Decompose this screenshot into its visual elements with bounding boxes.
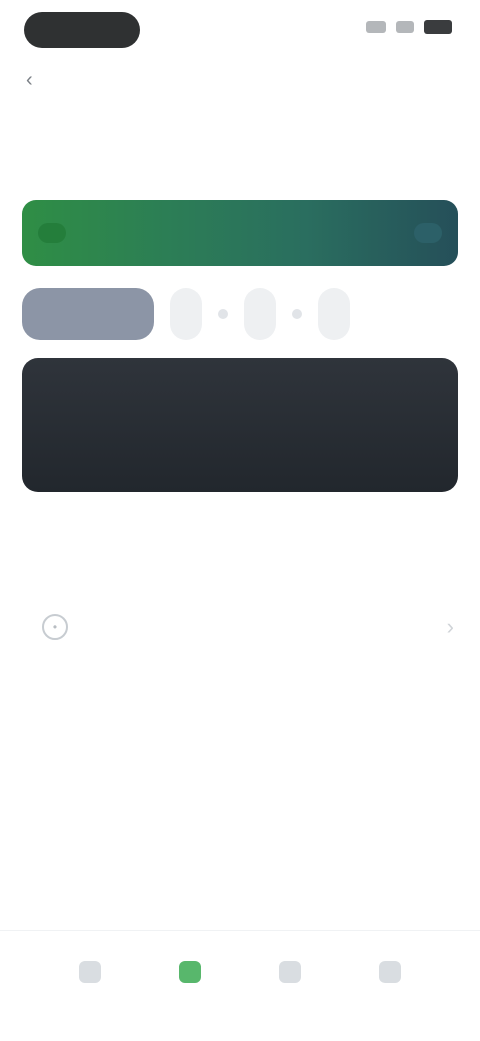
nav-item-explore[interactable] — [145, 961, 235, 991]
list-item[interactable]: • › — [24, 596, 460, 686]
home-icon — [79, 961, 101, 983]
back-button[interactable]: ‹ — [26, 70, 39, 90]
promo-badge — [38, 223, 66, 243]
filter-chip-row — [22, 284, 480, 344]
explore-icon — [179, 961, 201, 983]
status-icons — [366, 20, 452, 34]
battery-icon — [424, 20, 452, 34]
filter-chip[interactable] — [244, 288, 276, 340]
bottom-navigation — [0, 930, 480, 1041]
chip-separator — [292, 309, 302, 319]
chip-separator — [218, 309, 228, 319]
nav-item-activity[interactable] — [245, 961, 335, 991]
chevron-left-icon: ‹ — [26, 69, 33, 91]
signal-icon — [366, 21, 386, 33]
nav-item-profile[interactable] — [345, 961, 435, 991]
activity-icon — [279, 961, 301, 983]
chevron-right-icon: › — [446, 614, 454, 639]
promo-cta-button[interactable] — [414, 223, 442, 243]
feature-card[interactable] — [22, 358, 458, 492]
status-bar — [0, 0, 480, 60]
status-time — [24, 12, 140, 48]
filter-chip-active[interactable] — [22, 288, 154, 340]
circle-icon: • — [42, 614, 68, 640]
nav-item-home[interactable] — [45, 961, 135, 991]
promo-banner[interactable] — [22, 200, 458, 266]
filter-chip[interactable] — [318, 288, 350, 340]
wifi-icon — [396, 21, 414, 33]
filter-chip[interactable] — [170, 288, 202, 340]
profile-icon — [379, 961, 401, 983]
